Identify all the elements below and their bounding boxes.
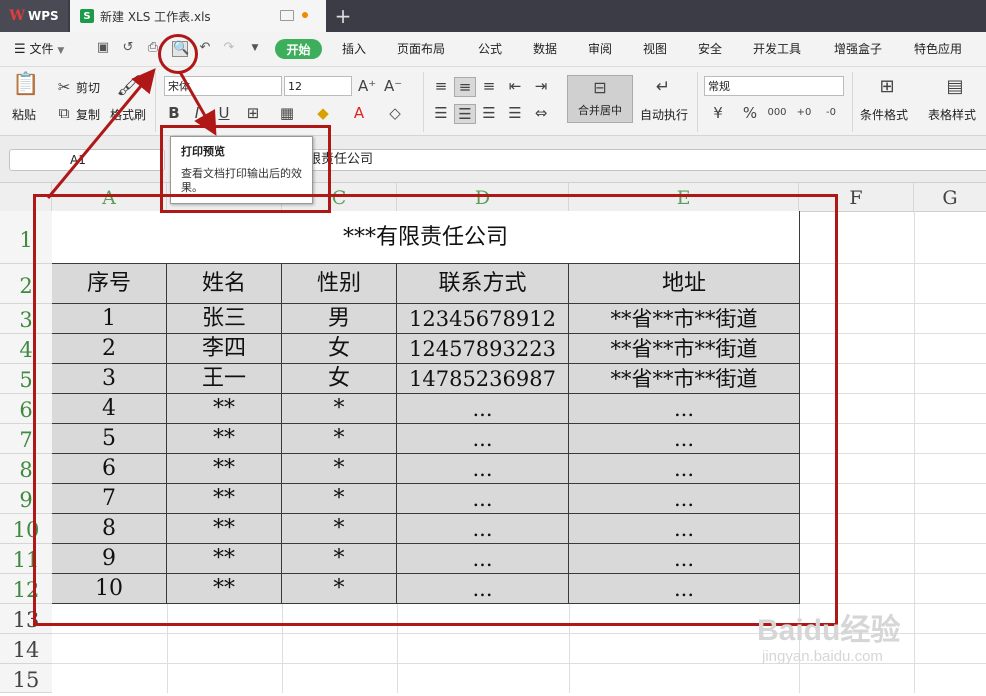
arrow-to-preview-icon: [46, 68, 156, 199]
baidu-watermark-url: jingyan.baidu.com: [762, 648, 883, 665]
baidu-watermark: Baidu经验: [757, 614, 901, 647]
annotation-arrows: [46, 68, 217, 199]
arrow-to-tooltip: [178, 71, 217, 136]
